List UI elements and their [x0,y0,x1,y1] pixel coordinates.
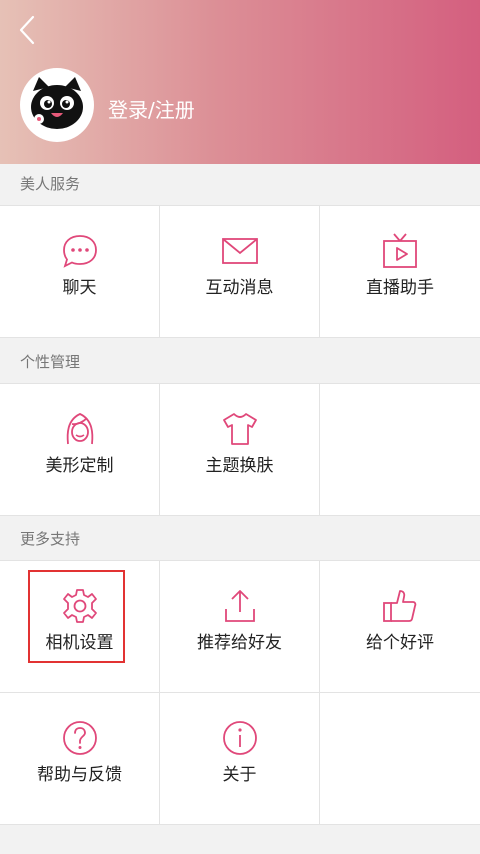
menu-item-label: 推荐给好友 [197,633,282,653]
menu-item-recommend-to-friends[interactable]: 推荐给好友 [160,561,319,692]
menu-item-help-feedback[interactable]: 帮助与反馈 [0,693,159,824]
more-support-grid: 相机设置 推荐给好友 给个好评 帮助与反馈 关于 [0,560,480,825]
empty-cell [320,693,480,824]
beauty-service-grid: 聊天 互动消息 直播助手 [0,205,480,338]
thumbs-up-icon [383,590,417,622]
envelope-icon [221,238,258,264]
menu-item-about[interactable]: 关于 [160,693,319,824]
login-register-link[interactable]: 登录/注册 [108,96,195,124]
menu-item-label: 给个好评 [366,633,434,653]
tv-play-icon [383,233,417,268]
menu-item-label: 直播助手 [366,278,434,298]
menu-item-label: 关于 [222,765,257,785]
menu-item-label: 美形定制 [45,456,114,476]
section-title-personal-management: 个性管理 [20,353,81,371]
help-question-icon [62,721,97,755]
personal-management-grid: 美形定制 主题换肤 [0,383,480,516]
gear-icon [62,589,97,623]
empty-cell [320,384,480,515]
face-icon [66,413,93,445]
menu-item-label: 聊天 [62,278,97,298]
menu-item-rate-app[interactable]: 给个好评 [320,561,480,692]
section-title-beauty-service: 美人服务 [20,175,81,193]
chat-bubble-icon [62,235,97,268]
menu-item-chat[interactable]: 聊天 [0,206,159,337]
section-title-more-support: 更多支持 [20,530,81,548]
back-button[interactable] [12,12,42,48]
profile-header: 登录/注册 [0,0,480,164]
menu-item-theme-skin[interactable]: 主题换肤 [160,384,319,515]
menu-item-face-customization[interactable]: 美形定制 [0,384,159,515]
menu-item-camera-settings[interactable]: 相机设置 [0,561,159,692]
info-icon [222,721,257,755]
menu-item-interactive-messages[interactable]: 互动消息 [160,206,319,337]
chevron-left-icon [19,15,35,45]
black-cat-avatar-icon [31,77,83,129]
share-upload-icon [224,590,255,622]
menu-item-label: 互动消息 [205,278,274,298]
avatar[interactable] [20,68,94,142]
tshirt-icon [222,413,257,445]
menu-item-label: 主题换肤 [205,456,274,476]
menu-item-label: 相机设置 [45,633,114,653]
menu-item-live-assistant[interactable]: 直播助手 [320,206,480,337]
menu-item-label: 帮助与反馈 [37,765,122,785]
